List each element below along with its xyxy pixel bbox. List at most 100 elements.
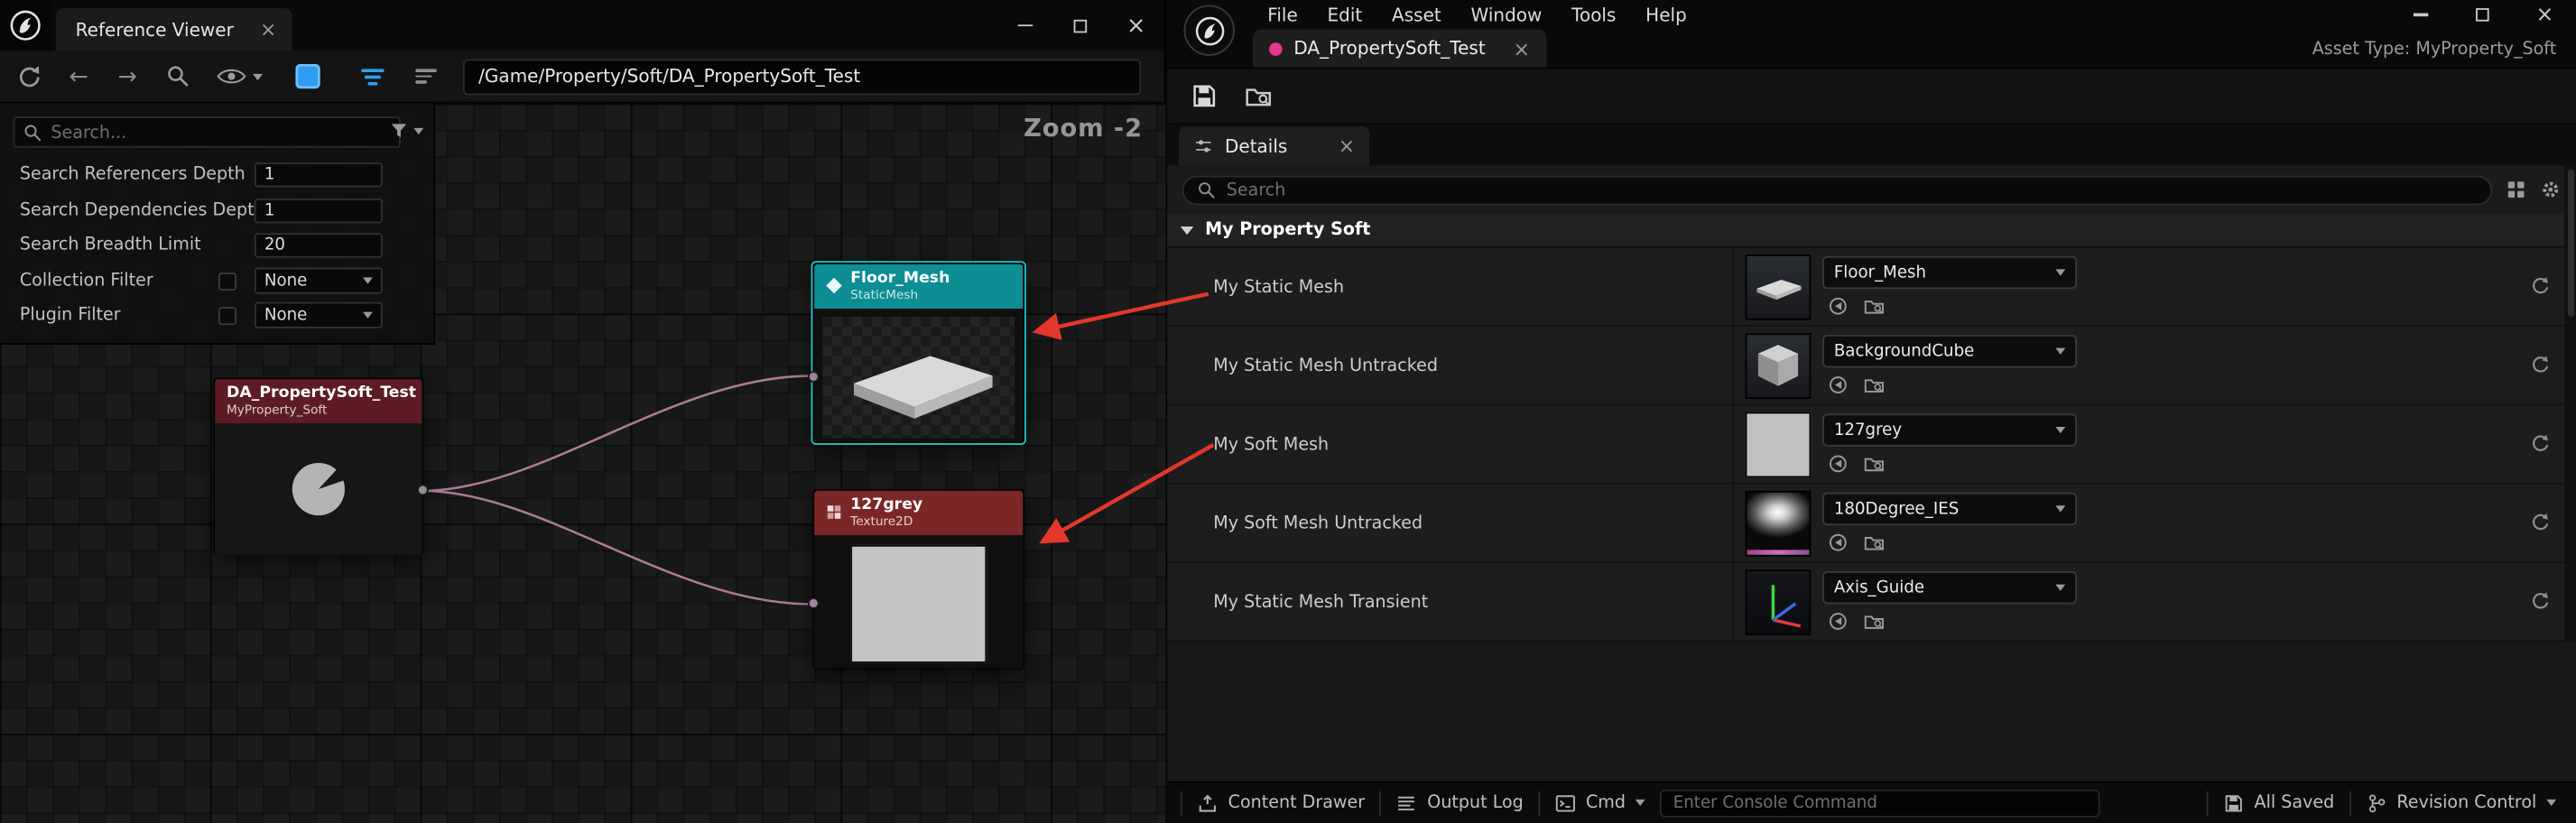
asset-thumbnail[interactable]: [1746, 412, 1812, 478]
sort-edit-icon[interactable]: [416, 65, 440, 87]
save-button[interactable]: [1191, 82, 1219, 110]
asset-thumbnail[interactable]: [1746, 569, 1812, 635]
use-selected-asset-icon[interactable]: [1828, 295, 1849, 317]
browse-to-asset-icon[interactable]: [1864, 453, 1886, 475]
dependencies-depth-input[interactable]: [255, 198, 383, 222]
expand-arrow-icon[interactable]: [1181, 226, 1194, 234]
input-pin[interactable]: [808, 597, 820, 609]
node-thumbnail: [822, 317, 1015, 439]
reference-graph-canvas[interactable]: Zoom -2 DA_PropertySoft_Test MyProperty_…: [0, 104, 1165, 823]
asset-thumbnail[interactable]: [1746, 491, 1812, 557]
asset-dropdown[interactable]: Axis_Guide: [1822, 571, 2077, 604]
reset-to-default-icon[interactable]: [2530, 591, 2550, 611]
duplicate-filter-icon[interactable]: [296, 64, 320, 88]
desktop: Reference Viewer × × ← → /Game/Property/…: [0, 0, 2576, 823]
menu-window[interactable]: Window: [1456, 0, 1557, 30]
search-filter-icon[interactable]: [389, 122, 423, 142]
use-selected-asset-icon[interactable]: [1828, 532, 1849, 553]
plugin-filter-checkbox[interactable]: [218, 306, 236, 324]
visibility-eye-icon[interactable]: [218, 68, 264, 86]
reset-to-default-icon[interactable]: [2530, 433, 2550, 453]
graph-search-box[interactable]: [14, 116, 401, 148]
reset-to-default-icon[interactable]: [2530, 513, 2550, 532]
use-selected-asset-icon[interactable]: [1828, 611, 1849, 633]
content-drawer-button[interactable]: Content Drawer: [1197, 792, 1365, 814]
filters-icon[interactable]: [360, 65, 386, 88]
tab-da-propertysoft-test[interactable]: DA_PropertySoft_Test ×: [1253, 30, 1546, 68]
browse-to-asset-button[interactable]: [1245, 82, 1273, 110]
close-button[interactable]: ×: [2514, 0, 2576, 30]
node-subtitle: StaticMesh: [850, 287, 950, 301]
menu-asset[interactable]: Asset: [1377, 0, 1456, 30]
option-label: Search Breadth Limit: [20, 235, 201, 254]
node-thumbnail: [850, 545, 987, 663]
close-icon[interactable]: ×: [1339, 134, 1355, 157]
asset-dropdown[interactable]: BackgroundCube: [1822, 335, 2077, 367]
graph-node-127grey[interactable]: 127grey Texture2D: [812, 489, 1024, 670]
graph-search-input[interactable]: [51, 123, 391, 143]
browse-to-asset-icon[interactable]: [1864, 532, 1886, 553]
plugin-filter-dropdown[interactable]: None: [255, 302, 383, 328]
breadth-limit-input[interactable]: [255, 232, 383, 256]
menu-tools[interactable]: Tools: [1557, 0, 1631, 30]
minimize-button[interactable]: [2389, 0, 2451, 30]
referencers-depth-input[interactable]: [255, 162, 383, 186]
browse-to-asset-icon[interactable]: [1864, 375, 1886, 396]
node-thumbnail: [215, 423, 422, 555]
revision-control-label: Revision Control: [2396, 793, 2536, 813]
node-subtitle: MyProperty_Soft: [227, 402, 416, 417]
maximize-button[interactable]: [2451, 0, 2514, 30]
maximize-button[interactable]: [1052, 0, 1108, 51]
menu-help[interactable]: Help: [1631, 0, 1701, 30]
collection-filter-dropdown[interactable]: None: [255, 267, 383, 293]
option-row: Collection Filter None: [0, 266, 433, 296]
reset-to-default-icon[interactable]: [2530, 276, 2550, 296]
forward-icon[interactable]: →: [117, 65, 136, 88]
browse-to-asset-icon[interactable]: [1864, 295, 1886, 317]
use-selected-asset-icon[interactable]: [1828, 453, 1849, 475]
use-selected-asset-icon[interactable]: [1828, 375, 1849, 396]
asset-thumbnail[interactable]: [1746, 333, 1812, 399]
category-my-property-soft[interactable]: My Property Soft: [1167, 213, 2576, 247]
all-saved-button[interactable]: All Saved: [2223, 792, 2334, 814]
asset-path-field[interactable]: /Game/Property/Soft/DA_PropertySoft_Test: [464, 59, 1141, 95]
close-icon[interactable]: ×: [1514, 37, 1530, 60]
cmd-selector[interactable]: Cmd: [1554, 792, 1645, 814]
graph-node-da-propertysoft-test[interactable]: DA_PropertySoft_Test MyProperty_Soft: [213, 377, 423, 554]
menu-file[interactable]: File: [1253, 0, 1312, 30]
details-search-box[interactable]: [1182, 175, 2493, 205]
console-command-input[interactable]: [1660, 789, 2099, 817]
asset-dropdown-value: 127grey: [1834, 421, 1902, 439]
unreal-logo-icon: [0, 0, 51, 51]
asset-dropdown[interactable]: 127grey: [1822, 413, 2077, 446]
settings-gear-icon[interactable]: [2540, 179, 2562, 200]
output-log-button[interactable]: Output Log: [1396, 792, 1524, 814]
details-search-input[interactable]: [1227, 180, 2478, 199]
asset-dropdown[interactable]: Floor_Mesh: [1822, 256, 2077, 289]
tab-details[interactable]: Details ×: [1179, 126, 1369, 166]
refresh-icon[interactable]: [16, 63, 42, 89]
back-icon[interactable]: ←: [69, 65, 88, 88]
close-button[interactable]: ×: [1108, 0, 1164, 51]
output-pin[interactable]: [417, 485, 429, 496]
collection-filter-checkbox[interactable]: [218, 272, 236, 290]
menu-edit[interactable]: Edit: [1312, 0, 1377, 30]
unreal-logo-icon: [1183, 5, 1234, 55]
minimize-button[interactable]: [996, 0, 1052, 51]
save-status-icon: [2223, 792, 2245, 814]
display-options-icon[interactable]: [2506, 179, 2527, 200]
revision-control-button[interactable]: Revision Control: [2366, 792, 2556, 814]
details-scrollbar[interactable]: [2564, 166, 2576, 643]
graph-node-floor-mesh[interactable]: Floor_Mesh StaticMesh: [812, 263, 1024, 443]
option-row: Search Breadth Limit: [0, 230, 433, 260]
reset-to-default-icon[interactable]: [2530, 355, 2550, 375]
asset-thumbnail[interactable]: [1746, 254, 1812, 320]
category-label: My Property Soft: [1205, 220, 1370, 240]
tab-title: Details: [1225, 135, 1287, 157]
input-pin[interactable]: [808, 371, 820, 383]
find-path-icon[interactable]: [167, 64, 191, 88]
tab-reference-viewer[interactable]: Reference Viewer ×: [56, 8, 293, 51]
close-icon[interactable]: ×: [260, 18, 276, 41]
asset-dropdown[interactable]: 180Degree_IES: [1822, 493, 2077, 525]
browse-to-asset-icon[interactable]: [1864, 611, 1886, 633]
